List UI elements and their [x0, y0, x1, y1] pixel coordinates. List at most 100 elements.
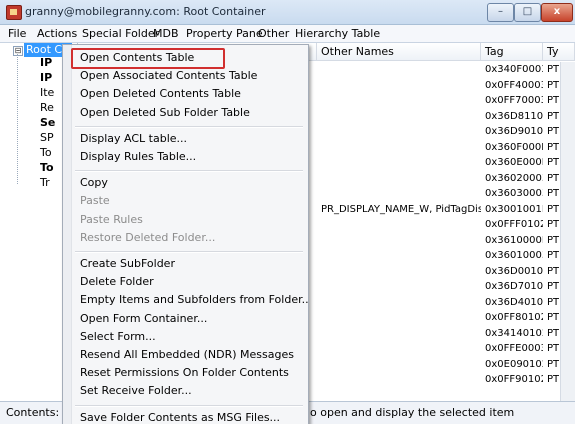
menu-hierarchy-table[interactable]: Hierarchy Table	[295, 27, 380, 40]
tree-item[interactable]: Se	[40, 115, 55, 131]
tag-cell: 0x36D70102	[485, 281, 543, 292]
other-names-cell: PR_DISPLAY_NAME_W, PidTagDis...	[321, 203, 481, 215]
tag-cell: 0x36D40102	[485, 296, 543, 308]
minimize-button[interactable]: –	[487, 3, 514, 22]
type-cell: PT	[547, 157, 559, 168]
tag-cell: 0x34140102	[485, 327, 543, 339]
type-cell: PT	[547, 79, 559, 91]
tree-item[interactable]: IP	[40, 55, 52, 71]
menu-item-open-contents-table[interactable]: Open Contents Table	[80, 50, 194, 66]
tag-cell: 0x3001001E	[485, 203, 543, 215]
menu-item-restore-deleted-folder: Restore Deleted Folder...	[80, 230, 216, 244]
type-cell: PT	[547, 234, 559, 246]
collapse-icon[interactable]: ⊟	[13, 46, 23, 56]
tag-cell: 0x36030003	[485, 188, 543, 199]
tag-cell: 0x0FFF0102	[485, 219, 543, 230]
type-cell: PT	[547, 126, 559, 137]
type-cell: PT	[547, 172, 559, 184]
menu-item-paste-rules: Paste Rules	[80, 212, 143, 226]
type-cell: PT	[547, 281, 559, 292]
menu-item-open-form-container[interactable]: Open Form Container...	[80, 311, 207, 327]
menu-other[interactable]: Other	[258, 27, 289, 40]
close-button[interactable]: x	[541, 3, 573, 22]
type-cell: PT	[547, 188, 559, 199]
window-title: granny@mobilegranny.com: Root Container	[25, 5, 266, 18]
app-window: granny@mobilegranny.com: Root Container …	[0, 0, 575, 424]
type-cell: PT	[547, 219, 559, 230]
menu-item-paste: Paste	[80, 194, 110, 208]
menu-item-open-associated-contents-table[interactable]: Open Associated Contents Table	[80, 68, 257, 84]
menu-separator	[75, 125, 303, 128]
menu-separator	[75, 170, 303, 173]
tag-cell: 0x360F000D	[485, 141, 543, 153]
menu-bar: File Actions Special Folder MDB Property…	[0, 25, 575, 43]
menu-file[interactable]: File	[8, 27, 26, 40]
tag-cell: 0x36020003	[485, 172, 543, 184]
status-right-text: o open and display the selected item	[310, 406, 515, 419]
menu-item-display-acl-table[interactable]: Display ACL table...	[80, 131, 187, 147]
vertical-scrollbar[interactable]	[560, 62, 575, 401]
type-cell: PT	[547, 110, 559, 122]
type-cell: PT	[547, 343, 559, 354]
menu-item-open-deleted-sub-folder-table[interactable]: Open Deleted Sub Folder Table	[80, 105, 250, 121]
column-header-type[interactable]: Ty	[543, 43, 575, 61]
maximize-button[interactable]: □	[514, 3, 541, 22]
title-bar: granny@mobilegranny.com: Root Container …	[0, 0, 575, 25]
menu-item-set-receive-folder[interactable]: Set Receive Folder...	[80, 383, 192, 399]
menu-item-copy[interactable]: Copy	[80, 175, 108, 191]
menu-item-create-subfolder[interactable]: Create SubFolder	[80, 256, 175, 272]
type-cell: PT	[547, 95, 559, 106]
tag-cell: 0x0FF70003	[485, 95, 543, 106]
menu-item-resend-all-embedded-ndr-messages[interactable]: Resend All Embedded (NDR) Messages	[80, 347, 294, 363]
type-cell: PT	[547, 374, 559, 385]
type-cell: PT	[547, 141, 559, 153]
tag-cell: 0x36D81102	[485, 110, 543, 122]
type-cell: PT	[547, 327, 559, 339]
menu-separator	[75, 404, 303, 407]
tag-cell: 0x0FF90102	[485, 374, 543, 385]
tree-connector	[17, 54, 18, 184]
column-header-other-names[interactable]: Other Names	[317, 43, 481, 61]
tree-item[interactable]: SP	[40, 130, 54, 146]
menu-item-delete-folder[interactable]: Delete Folder	[80, 274, 154, 290]
tag-cell: 0x3610000D	[485, 234, 543, 246]
tag-cell: 0x36D90102	[485, 126, 543, 137]
type-cell: PT	[547, 312, 559, 323]
menu-item-reset-permissions-on-folder-contents[interactable]: Reset Permissions On Folder Contents	[80, 365, 289, 381]
tag-cell: 0x0FF40003	[485, 79, 543, 91]
menu-mdb[interactable]: MDB	[153, 27, 179, 40]
tag-cell: 0x360E000D	[485, 157, 543, 168]
type-cell: PT	[547, 203, 559, 215]
menu-property-pane[interactable]: Property Pane	[186, 27, 263, 40]
tree-item[interactable]: IP	[40, 70, 52, 86]
menu-item-save-folder-contents-as-msg-files[interactable]: Save Folder Contents as MSG Files...	[80, 410, 280, 424]
tree-item[interactable]: Re	[40, 100, 54, 116]
type-cell: PT	[547, 64, 559, 75]
tree-item[interactable]: To	[40, 145, 52, 161]
tag-cell: 0x340F0003	[485, 64, 543, 75]
menu-item-open-deleted-contents-table[interactable]: Open Deleted Contents Table	[80, 86, 241, 102]
tag-cell: 0x0E090102	[485, 358, 543, 370]
tag-cell: 0x0FFE0003	[485, 343, 543, 354]
menu-item-empty-items-and-subfolders-from-folder[interactable]: Empty Items and Subfolders from Folder..…	[80, 292, 308, 308]
tree-item[interactable]: Ite	[40, 85, 54, 101]
menu-special-folder[interactable]: Special Folder	[82, 27, 159, 40]
menu-item-select-form[interactable]: Select Form...	[80, 329, 156, 345]
app-icon	[6, 5, 22, 20]
menu-actions[interactable]: Actions	[37, 27, 77, 40]
column-header-tag[interactable]: Tag	[481, 43, 543, 61]
tag-cell: 0x36D00102	[485, 265, 543, 277]
type-cell: PT	[547, 265, 559, 277]
status-left-text: Contents:	[6, 406, 60, 419]
menu-separator	[75, 251, 303, 253]
type-cell: PT	[547, 250, 559, 261]
type-cell: PT	[547, 358, 559, 370]
tag-cell: 0x0FF80102	[485, 312, 543, 323]
tag-cell: 0x36010003	[485, 250, 543, 261]
type-cell: PT	[547, 296, 559, 308]
tree-item[interactable]: To	[40, 160, 54, 176]
menu-item-display-rules-table[interactable]: Display Rules Table...	[80, 149, 196, 165]
tree-item[interactable]: Tr	[40, 175, 50, 191]
context-menu: Open Contents Table Open Associated Conte…	[62, 44, 309, 424]
menu-gutter	[63, 45, 72, 424]
